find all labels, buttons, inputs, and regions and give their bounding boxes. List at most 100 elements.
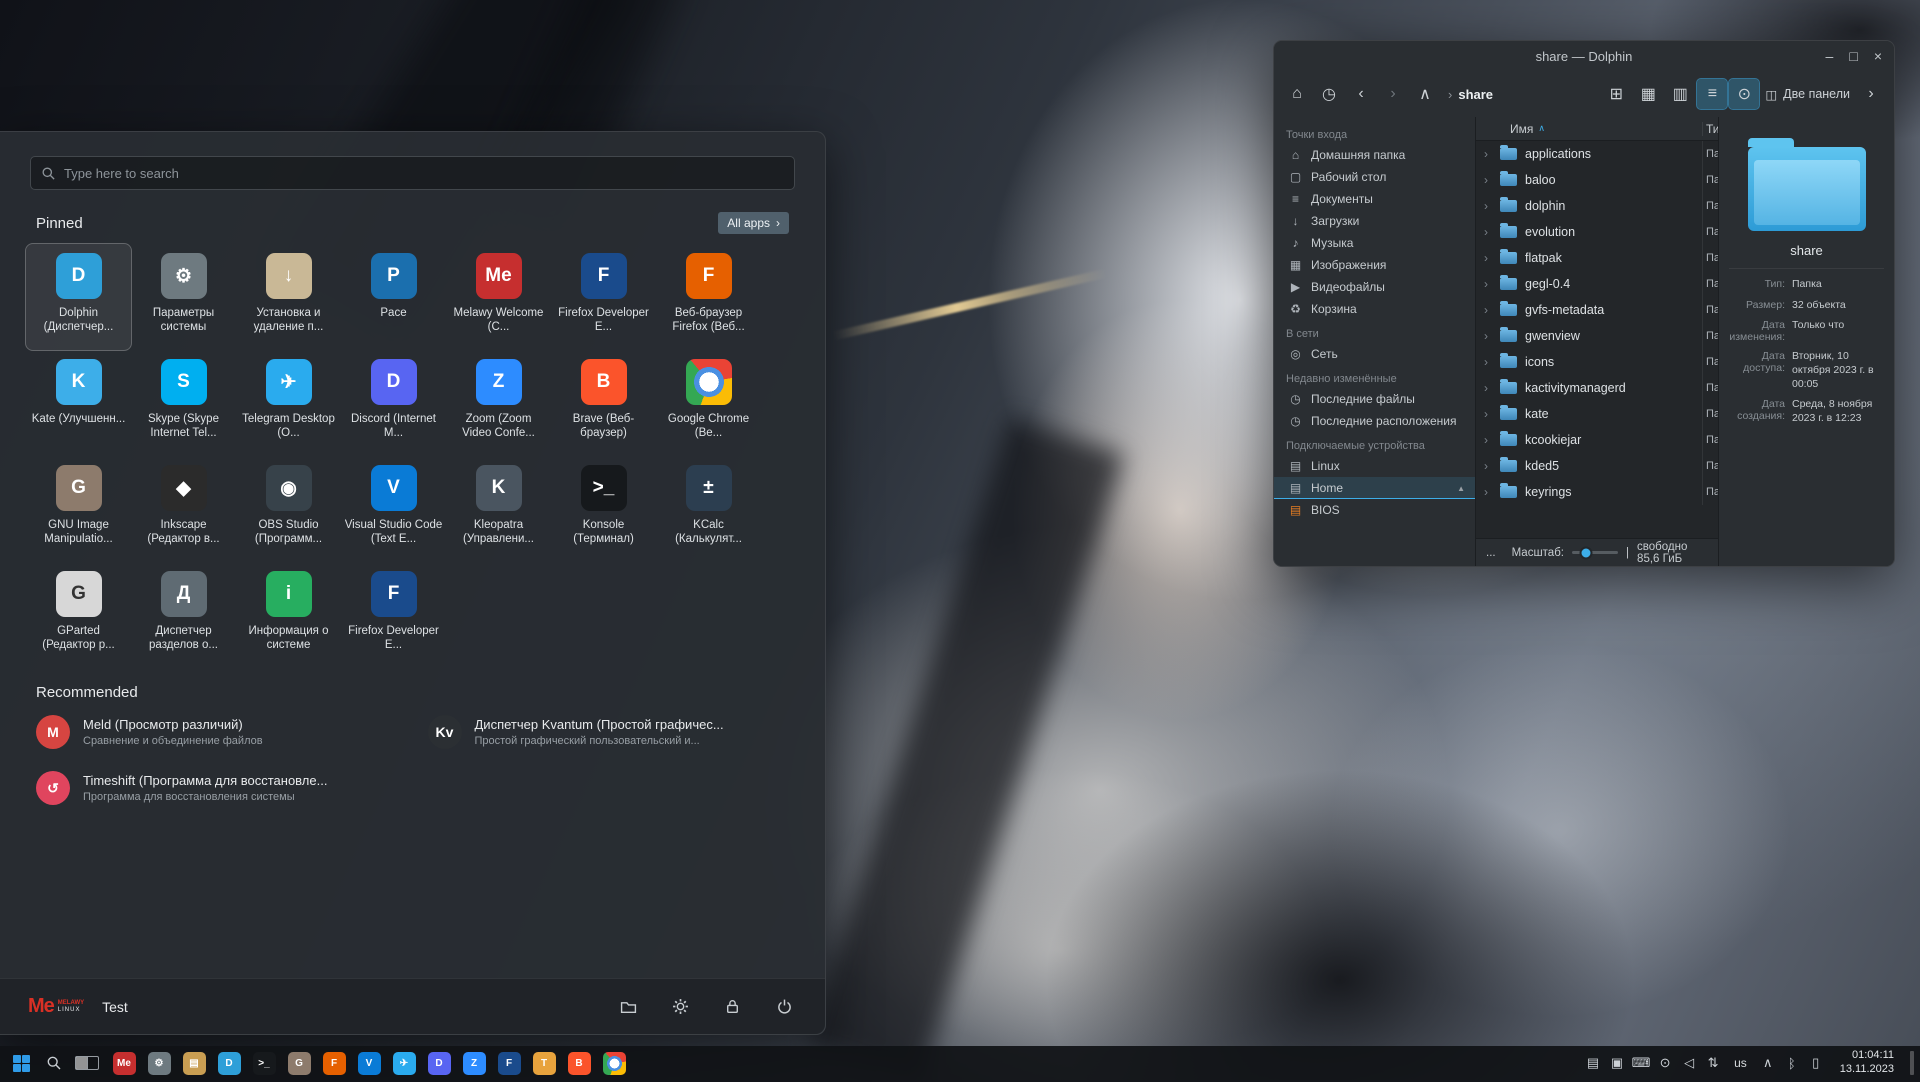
minimize-button[interactable]: – <box>1826 49 1834 63</box>
file-row[interactable]: › baloo Папка <box>1476 167 1718 193</box>
file-row[interactable]: › kate Папка <box>1476 401 1718 427</box>
app-brave[interactable]: B Brave (Веб-браузер) <box>551 350 656 456</box>
file-row[interactable]: › gwenview Папка <box>1476 323 1718 349</box>
file-row[interactable]: › kded5 Папка <box>1476 453 1718 479</box>
column-header-type[interactable]: Тип <box>1702 122 1718 136</box>
history-button[interactable]: ◷ <box>1314 79 1344 109</box>
expand-chevron-icon[interactable]: › <box>1484 381 1500 395</box>
app-firefox-developer[interactable]: F Firefox Developer E... <box>551 244 656 350</box>
virtual-desktop-pager[interactable] <box>72 1048 102 1078</box>
app-chrome[interactable]: Google Chrome (Ве... <box>656 350 761 456</box>
close-button[interactable]: × <box>1874 49 1882 63</box>
up-button[interactable]: ∧ <box>1410 79 1440 109</box>
lock-button[interactable] <box>719 994 745 1020</box>
expand-chevron-icon[interactable]: › <box>1484 459 1500 473</box>
volume-icon[interactable]: ◁ <box>1677 1050 1701 1076</box>
taskbar-files[interactable]: ▤ <box>179 1048 209 1078</box>
expand-chevron-icon[interactable]: › <box>1484 173 1500 187</box>
zoom-slider-handle[interactable] <box>1579 546 1592 559</box>
file-row[interactable]: › gvfs-metadata Папка <box>1476 297 1718 323</box>
new-tab-button[interactable]: ⊞ <box>1601 79 1631 109</box>
app-kcalc[interactable]: ± KCalc (Калькулят... <box>656 456 761 562</box>
forward-button[interactable]: › <box>1378 79 1408 109</box>
app-skype[interactable]: S Skype (Skype Internet Tel... <box>131 350 236 456</box>
view-details-button[interactable]: ≡ <box>1697 79 1727 109</box>
expand-tray-icon[interactable]: ∧ <box>1756 1050 1780 1076</box>
taskbar-thunderbird[interactable]: T <box>529 1048 559 1078</box>
file-row[interactable]: › kactivitymanagerd Папка <box>1476 375 1718 401</box>
zoom-slider[interactable] <box>1572 551 1618 554</box>
expand-chevron-icon[interactable]: › <box>1484 251 1500 265</box>
expand-chevron-icon[interactable]: › <box>1484 277 1500 291</box>
keyboard-layout[interactable]: us <box>1729 1056 1752 1070</box>
expand-chevron-icon[interactable]: › <box>1484 225 1500 239</box>
rec-meld[interactable]: M Meld (Просмотр различий) Сравнение и о… <box>36 715 398 749</box>
clock[interactable]: 01:04:11 13.11.2023 <box>1832 1049 1902 1077</box>
app-inkscape[interactable]: ◆ Inkscape (Редактор в... <box>131 456 236 562</box>
file-row[interactable]: › evolution Папка <box>1476 219 1718 245</box>
back-button[interactable]: ‹ <box>1346 79 1376 109</box>
app-system-settings[interactable]: ⚙ Параметры системы <box>131 244 236 350</box>
rec-timeshift[interactable]: ↺ Timeshift (Программа для восстановле..… <box>36 771 398 805</box>
taskbar-telegram[interactable]: ✈ <box>389 1048 419 1078</box>
expand-chevron-icon[interactable]: › <box>1484 407 1500 421</box>
show-desktop-edge[interactable] <box>1910 1051 1914 1075</box>
taskbar-dolphin[interactable]: D <box>214 1048 244 1078</box>
taskbar-gimp[interactable]: G <box>284 1048 314 1078</box>
app-dolphin[interactable]: D Dolphin (Диспетчер... <box>26 244 131 350</box>
place-item[interactable]: ▶ Видеофайлы <box>1274 276 1475 298</box>
file-row[interactable]: › gegl-0.4 Папка <box>1476 271 1718 297</box>
file-row[interactable]: › applications Папка <box>1476 141 1718 167</box>
app-telegram[interactable]: ✈ Telegram Desktop (О... <box>236 350 341 456</box>
status-overflow-ellipsis[interactable]: ... <box>1486 547 1496 559</box>
place-item[interactable]: ▤ Home ▲ <box>1274 477 1475 499</box>
bluetooth-icon[interactable]: ᛒ <box>1780 1050 1804 1076</box>
app-firefox-developer-2[interactable]: F Firefox Developer E... <box>341 562 446 668</box>
maximize-button[interactable]: □ <box>1849 49 1857 63</box>
power-button[interactable] <box>771 994 797 1020</box>
file-row[interactable]: › flatpak Папка <box>1476 245 1718 271</box>
preview-button[interactable]: ⊙ <box>1729 79 1759 109</box>
taskbar-chrome[interactable] <box>599 1048 629 1078</box>
touchpad-icon[interactable]: ▯ <box>1804 1050 1828 1076</box>
file-row[interactable]: › icons Папка <box>1476 349 1718 375</box>
eject-icon[interactable]: ▲ <box>1457 484 1465 493</box>
taskbar-konsole[interactable]: >_ <box>249 1048 279 1078</box>
taskbar-firefox[interactable]: F <box>319 1048 349 1078</box>
taskbar-brave[interactable]: B <box>564 1048 594 1078</box>
taskbar-firefox-dev[interactable]: F <box>494 1048 524 1078</box>
taskbar-melawy[interactable]: Me <box>109 1048 139 1078</box>
two-panels-button[interactable]: ◫ Две панели <box>1761 79 1854 109</box>
app-discord[interactable]: D Discord (Internet M... <box>341 350 446 456</box>
place-item[interactable]: ⌂ Домашняя папка <box>1274 144 1475 166</box>
app-konsole[interactable]: >_ Konsole (Терминал) <box>551 456 656 562</box>
place-item[interactable]: ≡ Документы <box>1274 188 1475 210</box>
place-item[interactable]: ♪ Музыка <box>1274 232 1475 254</box>
breadcrumb-folder[interactable]: share <box>1458 87 1493 102</box>
expand-chevron-icon[interactable]: › <box>1484 199 1500 213</box>
place-item[interactable]: ♻ Корзина <box>1274 298 1475 320</box>
taskbar-system-settings[interactable]: ⚙ <box>144 1048 174 1078</box>
toolbar-overflow-button[interactable]: › <box>1856 79 1886 109</box>
network-icon[interactable]: ⇅ <box>1701 1050 1725 1076</box>
file-row[interactable]: › kcookiejar Папка <box>1476 427 1718 453</box>
clipboard-icon[interactable]: ▣ <box>1605 1050 1629 1076</box>
place-item[interactable]: ▢ Рабочий стол <box>1274 166 1475 188</box>
place-item[interactable]: ↓ Загрузки <box>1274 210 1475 232</box>
expand-chevron-icon[interactable]: › <box>1484 303 1500 317</box>
place-item[interactable]: ◷ Последние расположения <box>1274 410 1475 432</box>
place-item[interactable]: ▤ Linux <box>1274 455 1475 477</box>
place-item[interactable]: ▤ BIOS <box>1274 499 1475 521</box>
location-icon[interactable]: ⊙ <box>1653 1050 1677 1076</box>
breadcrumb[interactable]: › share <box>1448 87 1493 102</box>
file-row[interactable]: › dolphin Папка <box>1476 193 1718 219</box>
app-firefox[interactable]: F Веб-браузер Firefox (Веб... <box>656 244 761 350</box>
expand-chevron-icon[interactable]: › <box>1484 355 1500 369</box>
app-install-remove[interactable]: ↓ Установка и удаление п... <box>236 244 341 350</box>
place-item[interactable]: ▦ Изображения <box>1274 254 1475 276</box>
rec-kvantum[interactable]: Kv Диспетчер Kvantum (Простой графичес..… <box>428 715 790 749</box>
column-header-name[interactable]: Имя <box>1510 122 1533 136</box>
taskbar-zoom[interactable]: Z <box>459 1048 489 1078</box>
search-input[interactable] <box>64 166 784 181</box>
expand-chevron-icon[interactable]: › <box>1484 485 1500 499</box>
